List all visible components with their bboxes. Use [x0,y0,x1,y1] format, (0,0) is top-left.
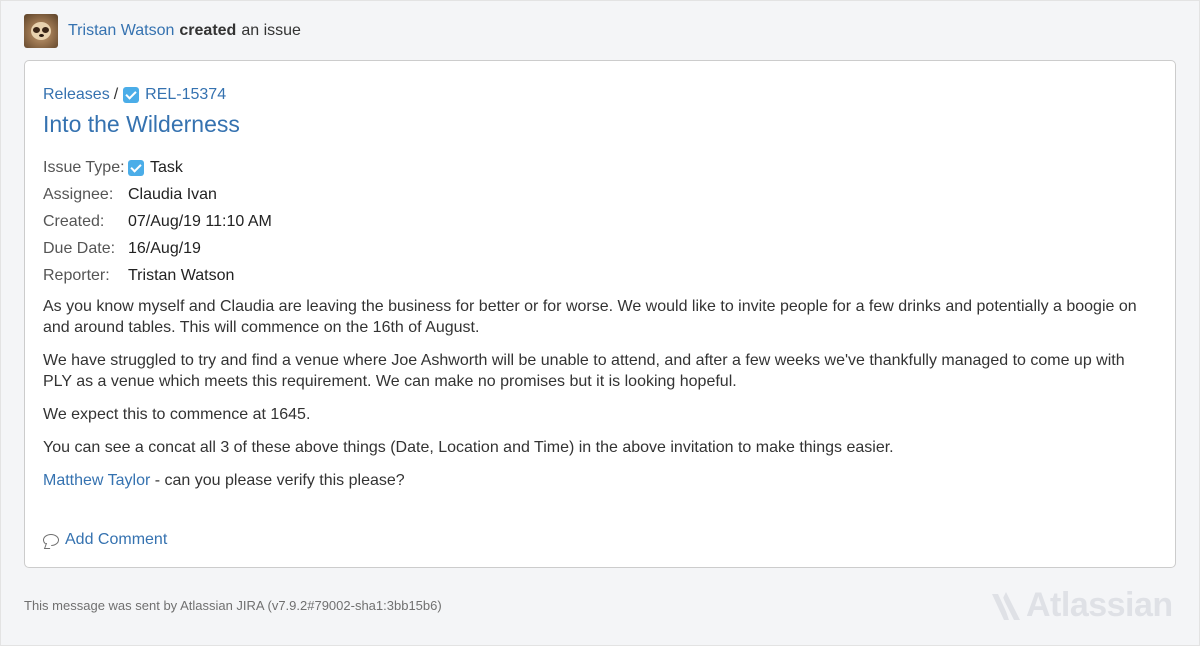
comment-icon [43,534,59,546]
field-row-created: Created: 07/Aug/19 11:10 AM [43,208,272,235]
field-row-reporter: Reporter: Tristan Watson [43,262,272,289]
description-paragraph-mention: Matthew Taylor - can you please verify t… [43,470,1153,491]
mention-text: - can you please verify this please? [150,472,405,489]
breadcrumb-separator: / [113,86,119,103]
task-checkbox-icon [123,87,140,103]
task-checkbox-icon [128,159,144,176]
description-paragraph: We expect this to commence at 1645. [43,406,311,423]
field-row-issue-type: Issue Type: Task [43,154,272,181]
field-label: Created: [43,212,105,230]
add-comment-label[interactable]: Add Comment [65,531,167,549]
issue-description: As you know myself and Claudia are leavi… [43,296,1153,503]
reporter-link[interactable]: Tristan Watson [128,267,234,285]
description-paragraph: As you know myself and Claudia are leavi… [43,298,1137,336]
field-label: Issue Type: [43,158,125,176]
atlassian-logo-text: Atlassian [1026,586,1173,624]
issue-card: Releases / REL-15374 Into the Wilderness… [24,60,1176,568]
created-value: 07/Aug/19 11:10 AM [128,212,272,230]
description-paragraph: We have struggled to try and find a venu… [43,352,1125,390]
footer-text: This message was sent by Atlassian JIRA … [24,598,442,613]
project-link[interactable]: Releases [43,86,110,104]
field-label: Assignee: [43,185,114,203]
field-value: Task [128,159,183,177]
issue-fields: Issue Type: Task Assignee: Claudia Ivan … [43,154,272,289]
atlassian-logo[interactable]: Atlassian [990,586,1173,625]
atlassian-logo-icon [992,591,1020,620]
action-verb: created [179,22,237,39]
field-row-due-date: Due Date: 16/Aug/19 [43,235,272,262]
field-label: Reporter: [43,266,110,284]
user-avatar[interactable] [24,14,58,48]
issue-type-value: Task [150,158,183,176]
field-row-assignee: Assignee: Claudia Ivan [43,181,272,208]
assignee-link[interactable]: Claudia Ivan [128,186,217,204]
issue-key-link[interactable]: REL-15374 [145,86,226,104]
user-mention-link[interactable]: Matthew Taylor [43,472,150,489]
issue-title[interactable]: Into the Wilderness [43,111,240,138]
field-label: Due Date: [43,239,116,257]
description-paragraph: You can see a concat all 3 of these abov… [43,439,894,456]
action-object: an issue [241,22,301,39]
author-link[interactable]: Tristan Watson [68,22,174,40]
add-comment-button[interactable]: Add Comment [43,531,167,549]
activity-header: Tristan Watson created an issue [24,14,301,48]
breadcrumb: Releases / REL-15374 [43,86,226,104]
due-date-value: 16/Aug/19 [128,239,201,257]
